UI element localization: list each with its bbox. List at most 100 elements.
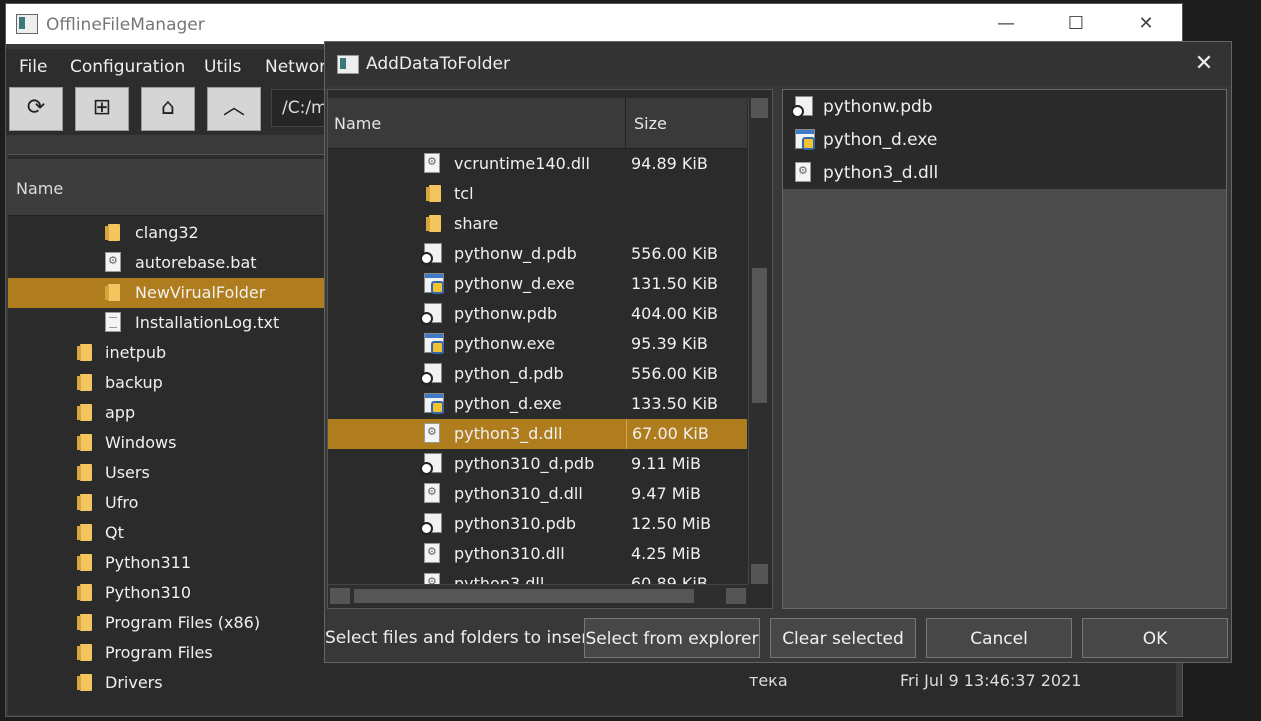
size-cell: 404.00 KiB [626,299,747,329]
file-row[interactable]: python3_d.dll 67.00 KiB [328,419,747,449]
tree-row[interactable]: Qt [8,518,338,548]
close-button[interactable]: ✕ [1126,10,1166,38]
folder-icon [105,224,120,241]
size-cell: 4.25 MiB [626,539,747,569]
tree-row[interactable]: NewVirualFolder [8,278,338,308]
clear-selected-button[interactable]: Clear selected [770,618,916,658]
source-file-view: Name Size vcruntime140.dll 94.89 KiB tcl sh… [327,89,773,609]
tree-row[interactable]: Drivers [8,668,338,698]
tree-row[interactable]: InstallationLog.txt [8,308,338,338]
add-data-dialog: AddDataToFolder ✕ Name Size vcruntime140… [324,41,1232,663]
tree-row-label: inetpub [105,343,167,362]
folder-icon [426,215,441,232]
main-window-title: OfflineFileManager [46,15,205,35]
column-name-header[interactable]: Name [334,114,381,133]
tree-row[interactable]: Windows [8,428,338,458]
dialog-title-bar[interactable]: AddDataToFolder ✕ [325,42,1231,86]
executable-icon [424,333,444,354]
scroll-thumb[interactable] [752,268,767,403]
settings-file-icon [105,252,121,272]
text-file-icon [105,312,121,332]
size-cell: 94.89 KiB [626,149,747,179]
scroll-down-arrow[interactable] [751,564,768,584]
scroll-left-arrow[interactable] [330,588,350,604]
selected-file-row[interactable]: pythonw.pdb [783,90,1226,123]
menu-configuration[interactable]: Configuration [70,57,185,77]
tree-row-label: NewVirualFolder [135,283,266,302]
folder-icon [77,524,92,541]
tree-row-label: Python311 [105,553,191,572]
add-folder-icon[interactable]: ⊞ [75,87,129,131]
tree-row[interactable]: Ufro [8,488,338,518]
tree-row[interactable]: Program Files [8,638,338,668]
file-row[interactable]: pythonw_d.exe 131.50 KiB [328,269,747,299]
tree-header[interactable]: Name [8,159,328,216]
file-name: tcl [454,184,474,203]
pdb-file-icon [420,453,442,475]
pdb-file-icon [420,303,442,325]
horizontal-scrollbar[interactable] [328,584,748,607]
app-icon [16,14,38,34]
ok-button[interactable]: OK [1082,618,1228,658]
file-row[interactable]: pythonw.pdb 404.00 KiB [328,299,747,329]
menu-file[interactable]: File [19,57,47,77]
file-name: python3_d.dll [454,424,563,443]
file-row[interactable]: vcruntime140.dll 94.89 KiB [328,149,747,179]
file-size: 133.50 KiB [631,394,718,413]
selected-file-row[interactable]: python_d.exe [783,123,1226,156]
tree-row[interactable]: backup [8,368,338,398]
file-row[interactable]: python_d.pdb 556.00 KiB [328,359,747,389]
file-name: python310.pdb [454,514,577,533]
file-size: 9.11 MiB [631,454,701,473]
folder-icon [77,584,92,601]
tree-row[interactable]: inetpub [8,338,338,368]
file-row[interactable]: tcl [328,179,747,209]
file-size: 556.00 KiB [631,244,718,263]
drivers-date-label: Fri Jul 9 13:46:37 2021 [900,671,1082,690]
tree-row[interactable]: Users [8,458,338,488]
tree-row-label: Python310 [105,583,191,602]
folder-icon [77,464,92,481]
dialog-close-button[interactable]: ✕ [1189,50,1219,78]
file-row[interactable]: python3.dll60.89 KiB [328,569,747,585]
main-title-bar[interactable]: OfflineFileManager — ☐ ✕ [6,4,1182,44]
file-row[interactable]: python310_d.pdb 9.11 MiB [328,449,747,479]
scroll-h-thumb[interactable] [354,589,694,603]
file-name: share [454,214,499,233]
scroll-up-arrow[interactable] [751,98,768,118]
tree-row[interactable]: Python311 [8,548,338,578]
home-icon[interactable]: ⌂ [141,87,195,131]
settings-file-icon [795,162,811,182]
maximize-button[interactable]: ☐ [1056,10,1096,38]
cancel-button[interactable]: Cancel [926,618,1072,658]
size-cell: 60.89 KiB [626,569,747,585]
menu-utils[interactable]: Utils [204,57,241,77]
select-from-explorer-button[interactable]: Select from explorer [584,618,760,658]
tree-row[interactable]: Program Files (x86) [8,608,338,638]
column-size-header[interactable]: Size [634,114,667,133]
file-row[interactable]: python_d.exe 133.50 KiB [328,389,747,419]
file-row[interactable]: share [328,209,747,239]
up-icon[interactable]: ︿ [207,87,261,131]
file-row[interactable]: python310.pdb 12.50 MiB [328,509,747,539]
file-row[interactable]: pythonw.exe 95.39 KiB [328,329,747,359]
tree-row[interactable]: autorebase.bat [8,248,338,278]
tree-row-label: Qt [105,523,124,542]
selected-file-row[interactable]: python3_d.dll [783,156,1226,189]
file-row[interactable]: pythonw_d.pdb 556.00 KiB [328,239,747,269]
file-name: python310_d.pdb [454,454,595,473]
scroll-right-arrow[interactable] [726,588,746,604]
tree-row[interactable]: clang32 [8,218,338,248]
vertical-scrollbar[interactable] [748,98,771,584]
size-cell: 131.50 KiB [626,269,747,299]
minimize-button[interactable]: — [986,10,1026,38]
menu-network[interactable]: Networ [265,57,326,77]
tree-row[interactable]: Python310 [8,578,338,608]
column-separator[interactable] [625,98,626,148]
size-cell: 67.00 KiB [626,419,747,449]
refresh-icon[interactable]: ⟳ [9,87,63,131]
file-row[interactable]: python310_d.dll 9.47 MiB [328,479,747,509]
file-row[interactable]: python310.dll 4.25 MiB [328,539,747,569]
pdb-file-icon [420,363,442,385]
tree-row[interactable]: app [8,398,338,428]
